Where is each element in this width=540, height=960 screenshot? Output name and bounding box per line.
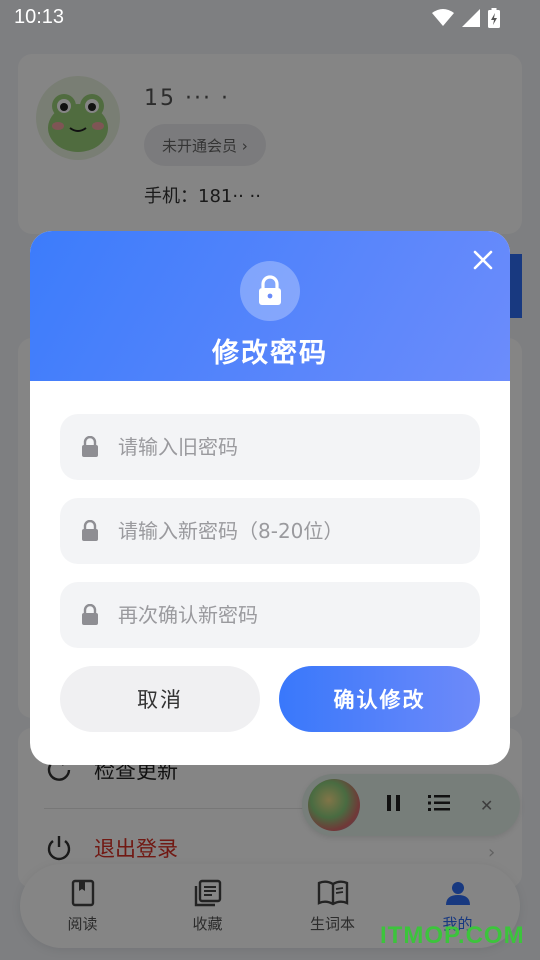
new-password-field[interactable] [60, 498, 480, 564]
status-bar: 10:13 [0, 0, 540, 36]
cancel-button[interactable]: 取消 [60, 666, 260, 732]
lock-icon [240, 261, 300, 321]
old-password-field[interactable] [60, 414, 480, 480]
battery-charging-icon [488, 8, 500, 28]
watermark: ITMOP.COM [380, 922, 525, 949]
status-time: 10:13 [14, 6, 65, 28]
dialog-title: 修改密码 [212, 338, 328, 369]
close-icon[interactable] [468, 245, 498, 275]
confirm-password-input[interactable] [118, 603, 478, 627]
change-password-dialog: 修改密码 取消 确认修改 [30, 231, 510, 765]
signal-icon [462, 9, 480, 27]
new-password-input[interactable] [118, 519, 478, 543]
wifi-icon [432, 9, 454, 26]
lock-icon [80, 435, 100, 459]
confirm-password-field[interactable] [60, 582, 480, 648]
confirm-change-button[interactable]: 确认修改 [279, 666, 480, 732]
old-password-input[interactable] [118, 435, 478, 459]
lock-icon [80, 603, 100, 627]
lock-icon [80, 519, 100, 543]
status-icons [432, 8, 500, 28]
dialog-header: 修改密码 [30, 231, 510, 381]
